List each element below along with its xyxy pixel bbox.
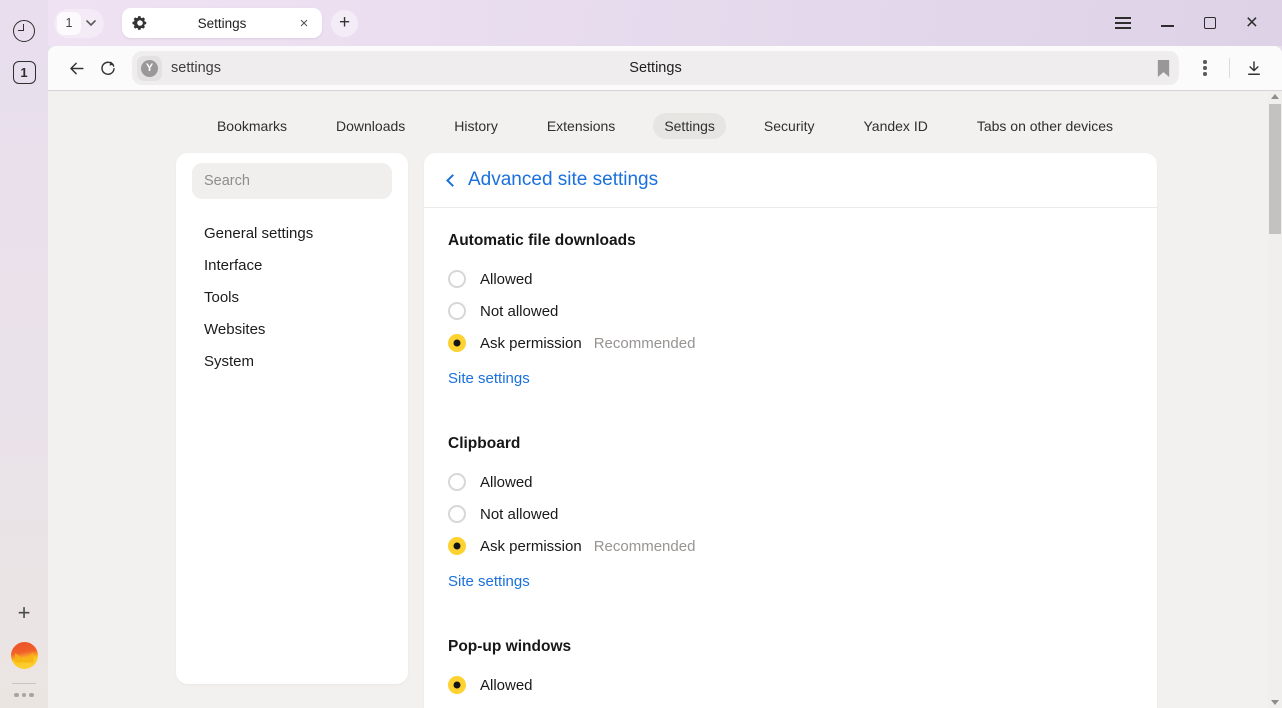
tab-group-chip[interactable]: 1 — [54, 9, 104, 38]
nav-yandex-id[interactable]: Yandex ID — [852, 113, 938, 139]
window-controls: × — [1115, 14, 1272, 32]
panels: General settings Interface Tools Website… — [48, 153, 1282, 708]
tab-settings[interactable]: Settings × — [122, 8, 322, 38]
scroll-up-arrow-icon[interactable] — [1271, 94, 1279, 99]
download-icon — [1245, 59, 1263, 77]
radio-label: Allowed — [480, 677, 533, 694]
radio-icon[interactable] — [448, 505, 466, 523]
reload-button[interactable] — [92, 52, 124, 84]
settings-sections: Automatic file downloads Allowed Not all… — [424, 208, 1157, 708]
radio-icon[interactable] — [448, 334, 466, 352]
site-settings-link[interactable]: Site settings — [448, 573, 530, 590]
radio-option-ask-permission[interactable]: Ask permission Recommended — [448, 327, 1133, 359]
menu-hamburger-icon[interactable] — [1115, 17, 1131, 29]
nav-extensions[interactable]: Extensions — [536, 113, 626, 139]
tab-close-icon[interactable]: × — [296, 15, 312, 32]
site-favicon-box: Y — [137, 56, 162, 81]
address-page-title: Settings — [132, 60, 1179, 76]
scrollbar-thumb[interactable] — [1269, 104, 1281, 234]
back-arrow-icon — [67, 59, 86, 78]
back-chevron-icon[interactable] — [446, 174, 459, 187]
close-window-button[interactable]: × — [1246, 14, 1258, 32]
radio-icon[interactable] — [448, 302, 466, 320]
bookmark-icon[interactable] — [1156, 60, 1171, 77]
sidebar-item-system[interactable]: System — [192, 345, 392, 377]
nav-downloads[interactable]: Downloads — [325, 113, 416, 139]
history-clock-icon[interactable] — [13, 20, 35, 42]
minimize-button[interactable] — [1161, 25, 1174, 27]
section-title: Automatic file downloads — [448, 232, 1133, 250]
rail-divider — [12, 683, 36, 684]
back-button[interactable] — [60, 52, 92, 84]
section-title: Clipboard — [448, 435, 1133, 453]
radio-option-allowed[interactable]: Allowed — [448, 263, 1133, 295]
url-text: settings — [171, 60, 221, 76]
radio-option-not-allowed[interactable]: Not allowed Recommended — [448, 701, 1133, 708]
radio-icon[interactable] — [448, 537, 466, 555]
scrollbar[interactable] — [1268, 91, 1282, 708]
radio-label: Not allowed — [480, 506, 558, 523]
chevron-down-icon — [86, 20, 96, 26]
rail-more-icon[interactable] — [14, 693, 34, 698]
radio-option-not-allowed[interactable]: Not allowed — [448, 498, 1133, 530]
reload-icon — [99, 59, 117, 77]
more-options-kebab-icon[interactable] — [1189, 60, 1221, 75]
tab-title: Settings — [148, 16, 296, 31]
nav-security[interactable]: Security — [753, 113, 826, 139]
radio-label: Not allowed — [480, 303, 558, 320]
nav-history[interactable]: History — [443, 113, 509, 139]
nav-settings[interactable]: Settings — [653, 113, 726, 139]
radio-note: Recommended — [594, 538, 696, 555]
yandex-app-icon[interactable] — [11, 642, 38, 669]
radio-option-allowed[interactable]: Allowed — [448, 669, 1133, 701]
tab-strip: 1 Settings × + × — [48, 0, 1282, 46]
scroll-down-arrow-icon[interactable] — [1271, 700, 1279, 705]
section-popup-windows: Pop-up windows Allowed Not allowed Recom… — [448, 638, 1133, 708]
radio-label: Ask permission — [480, 538, 582, 555]
radio-label: Ask permission — [480, 335, 582, 352]
nav-bookmarks[interactable]: Bookmarks — [206, 113, 298, 139]
section-automatic-file-downloads: Automatic file downloads Allowed Not all… — [448, 232, 1133, 388]
radio-label: Allowed — [480, 474, 533, 491]
sidebar-item-general-settings[interactable]: General settings — [192, 217, 392, 249]
radio-icon[interactable] — [448, 473, 466, 491]
search-input[interactable] — [192, 163, 392, 199]
settings-nav: Bookmarks Downloads History Extensions S… — [48, 91, 1282, 153]
toolbar-separator — [1229, 58, 1230, 78]
rail-add-icon[interactable]: + — [12, 602, 36, 626]
radio-option-allowed[interactable]: Allowed — [448, 466, 1133, 498]
section-title: Pop-up windows — [448, 638, 1133, 656]
browser-window: 1 + 1 Settings × + — [0, 0, 1282, 708]
advanced-site-settings-card: Advanced site settings Automatic file do… — [424, 153, 1157, 708]
maximize-button[interactable] — [1204, 17, 1216, 29]
advanced-settings-header[interactable]: Advanced site settings — [424, 153, 1157, 208]
toolbar: Y settings Settings — [48, 46, 1282, 90]
sidebar-item-tools[interactable]: Tools — [192, 281, 392, 313]
sidebar-list: General settings Interface Tools Website… — [192, 217, 392, 377]
radio-icon[interactable] — [448, 270, 466, 288]
radio-label: Allowed — [480, 271, 533, 288]
site-settings-link[interactable]: Site settings — [448, 370, 530, 387]
downloads-button[interactable] — [1238, 52, 1270, 84]
radio-note: Recommended — [594, 335, 696, 352]
address-bar[interactable]: Y settings Settings — [132, 51, 1179, 85]
tab-counter-button[interactable]: 1 — [13, 61, 36, 84]
nav-tabs-other-devices[interactable]: Tabs on other devices — [966, 113, 1124, 139]
settings-page: Bookmarks Downloads History Extensions S… — [48, 90, 1282, 708]
new-tab-button[interactable]: + — [331, 10, 358, 37]
radio-icon[interactable] — [448, 676, 466, 694]
left-rail: 1 + — [0, 0, 48, 708]
section-clipboard: Clipboard Allowed Not allowed — [448, 435, 1133, 591]
gear-icon — [132, 15, 148, 31]
page-title[interactable]: Advanced site settings — [468, 169, 658, 191]
settings-sidebar: General settings Interface Tools Website… — [176, 153, 408, 684]
tab-group-count-badge: 1 — [57, 12, 81, 35]
yandex-favicon-icon: Y — [141, 60, 158, 77]
radio-option-ask-permission[interactable]: Ask permission Recommended — [448, 530, 1133, 562]
radio-option-not-allowed[interactable]: Not allowed — [448, 295, 1133, 327]
sidebar-item-interface[interactable]: Interface — [192, 249, 392, 281]
sidebar-item-websites[interactable]: Websites — [192, 313, 392, 345]
